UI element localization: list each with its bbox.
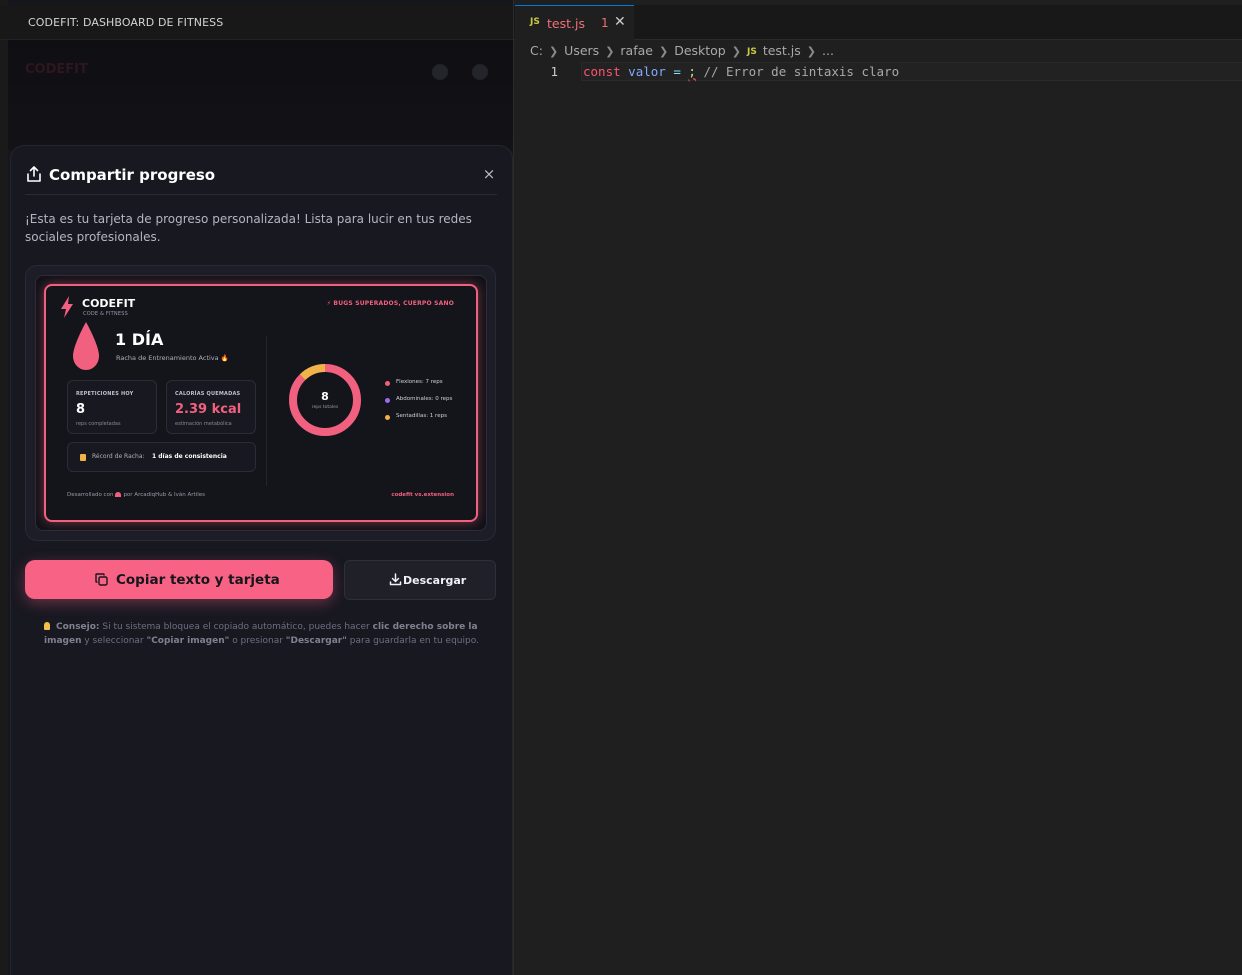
card-brand: CODEFIT — [82, 297, 136, 310]
line-number: 1 — [550, 64, 558, 79]
panel-title: CODEFIT: DASHBOARD DE FITNESS — [28, 16, 224, 29]
donut-subtitle: reps totales — [311, 405, 339, 410]
copy-tip: Consejo: Si tu sistema bloquea el copiad… — [44, 620, 484, 648]
stat-label: CALORÍAS QUEMADAS — [175, 391, 241, 397]
legend-label: Sentadillas: 1 reps — [396, 413, 447, 419]
bolt-icon — [61, 296, 73, 318]
code-comment: // Error de sintaxis claro — [695, 64, 900, 79]
stat-label: REPETICIONES HOY — [76, 391, 134, 397]
footer-prefix: Desarrollado con — [67, 492, 114, 498]
code-operator: = — [665, 64, 689, 79]
code-syntax-error: ; — [688, 64, 696, 79]
stat-value: 8 — [76, 402, 86, 417]
legend-label: Flexiones: 7 reps — [396, 379, 443, 385]
chevron-right-icon: ❯ — [806, 45, 816, 58]
download-button-label: Descargar — [403, 574, 467, 587]
card-tagline-text: BUGS SUPERADOS, CUERPO SANO — [333, 300, 454, 307]
tip-text: y seleccionar — [81, 636, 147, 646]
breadcrumb: C: ❯ Users ❯ rafae ❯ Desktop ❯ JS test.js ❯... — [530, 43, 834, 61]
legend-dot — [385, 415, 390, 420]
theme-icon — [432, 64, 448, 80]
tip-text: Si tu sistema bloquea el copiado automát… — [99, 622, 373, 632]
chevron-right-icon: ❯ — [731, 45, 741, 58]
activity-strip — [0, 0, 8, 975]
chevron-right-icon: ❯ — [658, 45, 669, 58]
breadcrumb-symbols[interactable]: ... — [822, 43, 834, 58]
trophy-icon — [80, 454, 86, 461]
stat-sub: estimación metabólica — [175, 421, 232, 427]
card-divider — [266, 336, 267, 486]
card-tagline: ⚡ BUGS SUPERADOS, CUERPO SANO — [326, 300, 454, 307]
tip-text: para guardarla en tu equipo. — [346, 636, 479, 646]
breadcrumb-drive[interactable]: C: — [530, 43, 543, 58]
javascript-file-icon: JS — [530, 17, 540, 27]
breadcrumb-desktop[interactable]: Desktop — [674, 43, 726, 58]
javascript-file-icon: JS — [746, 47, 757, 57]
window: CODEFIT: DASHBOARD DE FITNESS CODEFIT Co… — [0, 0, 1242, 975]
share-icon — [27, 166, 41, 182]
record-value: 1 días de consistencia — [152, 453, 227, 460]
record-label: Récord de Racha: — [92, 453, 145, 460]
streak-record: Récord de Racha: 1 días de consistencia — [67, 442, 256, 472]
donut-total: 8 — [321, 390, 329, 403]
breadcrumb-users[interactable]: Users — [564, 43, 599, 58]
dashboard-logo-dimmed: CODEFIT — [25, 62, 88, 77]
streak-label: Racha de Entrenamiento Activa 🔥 — [116, 354, 229, 362]
download-button[interactable]: Descargar — [344, 560, 496, 600]
copy-icon — [95, 573, 108, 586]
code-keyword: const — [583, 64, 621, 79]
card-footer-extension: codefit vs.extension — [391, 492, 454, 498]
streak-value: 1 DÍA — [115, 330, 164, 349]
copy-text-and-card-button[interactable]: Copiar texto y tarjeta — [25, 560, 333, 599]
panel-titlebar: CODEFIT: DASHBOARD DE FITNESS — [0, 5, 513, 40]
drop-icon — [73, 322, 99, 370]
card-footer-credits: Desarrollado con por ArcadiqHub & Iván Ar… — [67, 492, 205, 498]
close-icon[interactable]: ✕ — [614, 14, 626, 30]
settings-icon — [472, 64, 488, 80]
progress-card: CODEFIT CODE & FITNESS ⚡ BUGS SUPERADOS,… — [35, 275, 487, 531]
code-editor: JS test.js 1 ✕ C: ❯ Users ❯ rafae ❯ Desktop ❯ JS… — [513, 0, 1242, 975]
breadcrumb-user[interactable]: rafae — [620, 43, 653, 58]
close-button[interactable]: × — [481, 166, 497, 182]
footer-suffix: por ArcadiqHub & Iván Artiles — [123, 492, 205, 498]
share-modal: Compartir progreso × ¡Esta es tu tarjeta… — [10, 145, 513, 975]
tab-filename: test.js — [547, 16, 585, 31]
tab-test-js[interactable]: JS test.js 1 ✕ — [515, 5, 634, 40]
dashboard-header-dimmed — [8, 40, 513, 150]
fitness-panel: CODEFIT: DASHBOARD DE FITNESS CODEFIT Co… — [0, 0, 513, 975]
copy-button-label: Copiar texto y tarjeta — [116, 572, 280, 588]
tip-bold: "Copiar imagen" — [146, 636, 230, 646]
legend-dot — [385, 381, 390, 386]
code-line[interactable]: 1 const valor = ; // Error de sintaxis c… — [514, 62, 1242, 81]
modal-description: ¡Esta es tu tarjeta de progreso personal… — [25, 212, 472, 244]
lightbulb-icon — [44, 622, 50, 630]
progress-card-preview[interactable]: CODEFIT CODE & FITNESS ⚡ BUGS SUPERADOS,… — [25, 265, 496, 541]
stat-sub: reps completadas — [76, 421, 121, 427]
stat-calories: CALORÍAS QUEMADAS 2.39 kcal estimación m… — [166, 380, 256, 434]
legend-label: Abdominales: 0 reps — [396, 396, 453, 402]
heart-icon — [115, 492, 122, 497]
stat-reps: REPETICIONES HOY 8 reps completadas — [67, 380, 157, 434]
legend-dot — [385, 398, 390, 403]
stat-value: 2.39 kcal — [175, 402, 242, 417]
tip-label: Consejo: — [56, 622, 100, 632]
tip-text: o presionar — [229, 636, 286, 646]
download-icon — [389, 573, 402, 586]
breadcrumb-file[interactable]: test.js — [763, 43, 801, 58]
modal-title: Compartir progreso — [49, 166, 216, 184]
editor-tab-bar: JS test.js 1 ✕ — [514, 5, 1242, 40]
chevron-right-icon: ❯ — [548, 45, 559, 58]
tab-problem-count: 1 — [601, 16, 609, 30]
card-brand-sub: CODE & FITNESS — [83, 311, 128, 317]
code-variable: valor — [628, 64, 666, 79]
tip-bold: "Descargar" — [285, 636, 347, 646]
modal-header: Compartir progreso × — [25, 161, 497, 195]
chevron-right-icon: ❯ — [605, 45, 615, 58]
code-text[interactable]: const valor = ; // Error de sintaxis cla… — [583, 64, 899, 79]
progress-card-frame: CODEFIT CODE & FITNESS ⚡ BUGS SUPERADOS,… — [44, 284, 478, 522]
